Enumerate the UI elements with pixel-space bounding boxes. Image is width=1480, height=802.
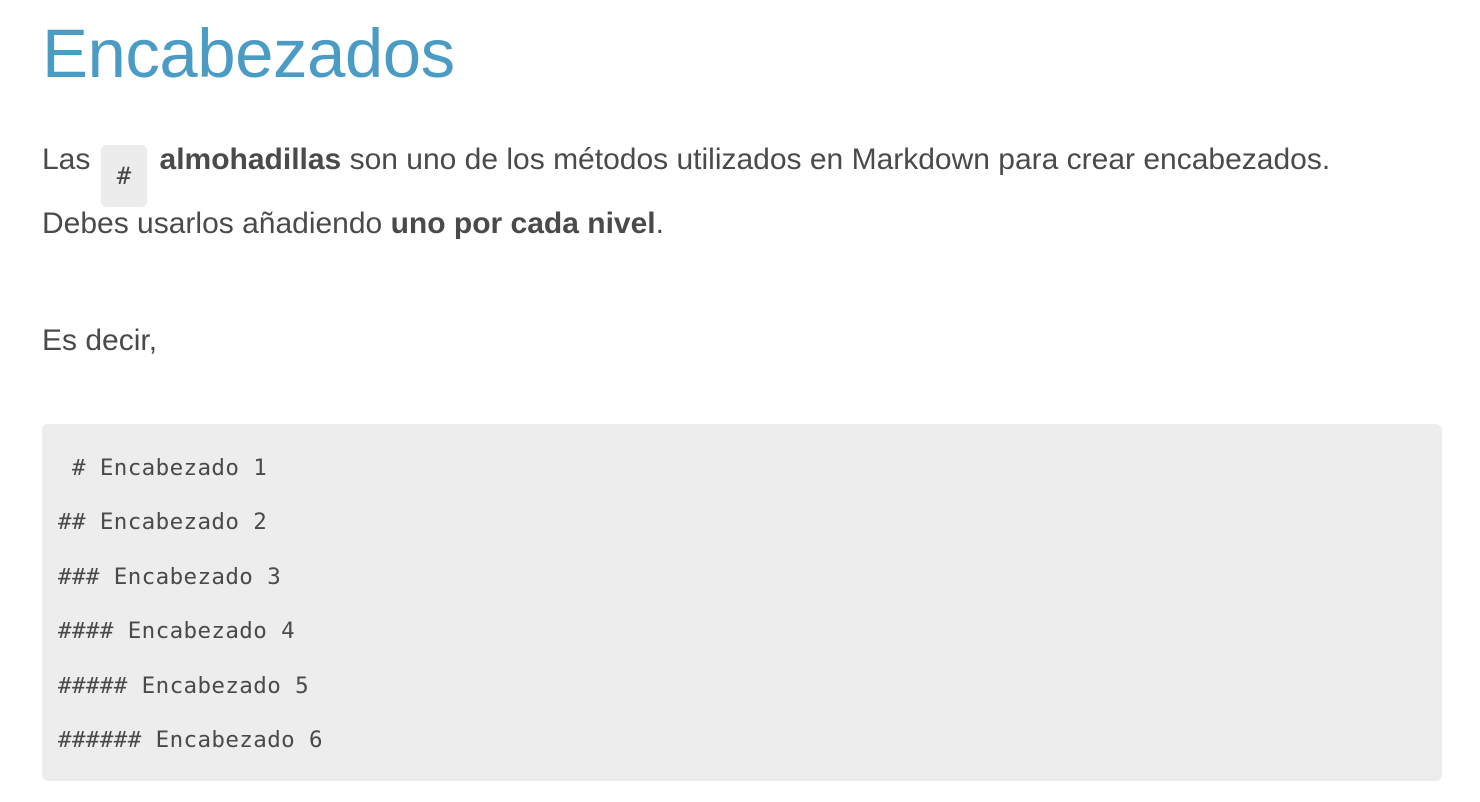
inline-code-hash: # <box>100 145 148 207</box>
intro-paragraph-line-2: Debes usarlos añadiendo uno por cada niv… <box>42 204 664 244</box>
lead-in-text: Es decir, <box>42 324 158 357</box>
code-line: # Encabezado 1 <box>58 455 268 481</box>
code-line: ###### Encabezado 6 <box>58 727 323 753</box>
line2-prefix: Debes usarlos añadiendo <box>42 207 391 240</box>
code-line: ##### Encabezado 5 <box>58 673 310 699</box>
line2-suffix: . <box>655 207 664 240</box>
code-block: # Encabezado 1 ## Encabezado 2 ### Encab… <box>42 424 1442 781</box>
intro-prefix: Las <box>42 143 91 176</box>
code-line: ## Encabezado 2 <box>58 509 268 535</box>
code-line: ### Encabezado 3 <box>58 564 282 590</box>
code-line: #### Encabezado 4 <box>58 618 296 644</box>
intro-suffix: son uno de los métodos utilizados en Mar… <box>341 143 1331 176</box>
bold-term-almohadillas: almohadillas <box>159 143 342 176</box>
intro-paragraph-line-1: Las # almohadillas son uno de los método… <box>42 140 1330 207</box>
bold-term-nivel: uno por cada nivel <box>390 207 656 240</box>
page-title: Encabezados <box>42 15 455 92</box>
